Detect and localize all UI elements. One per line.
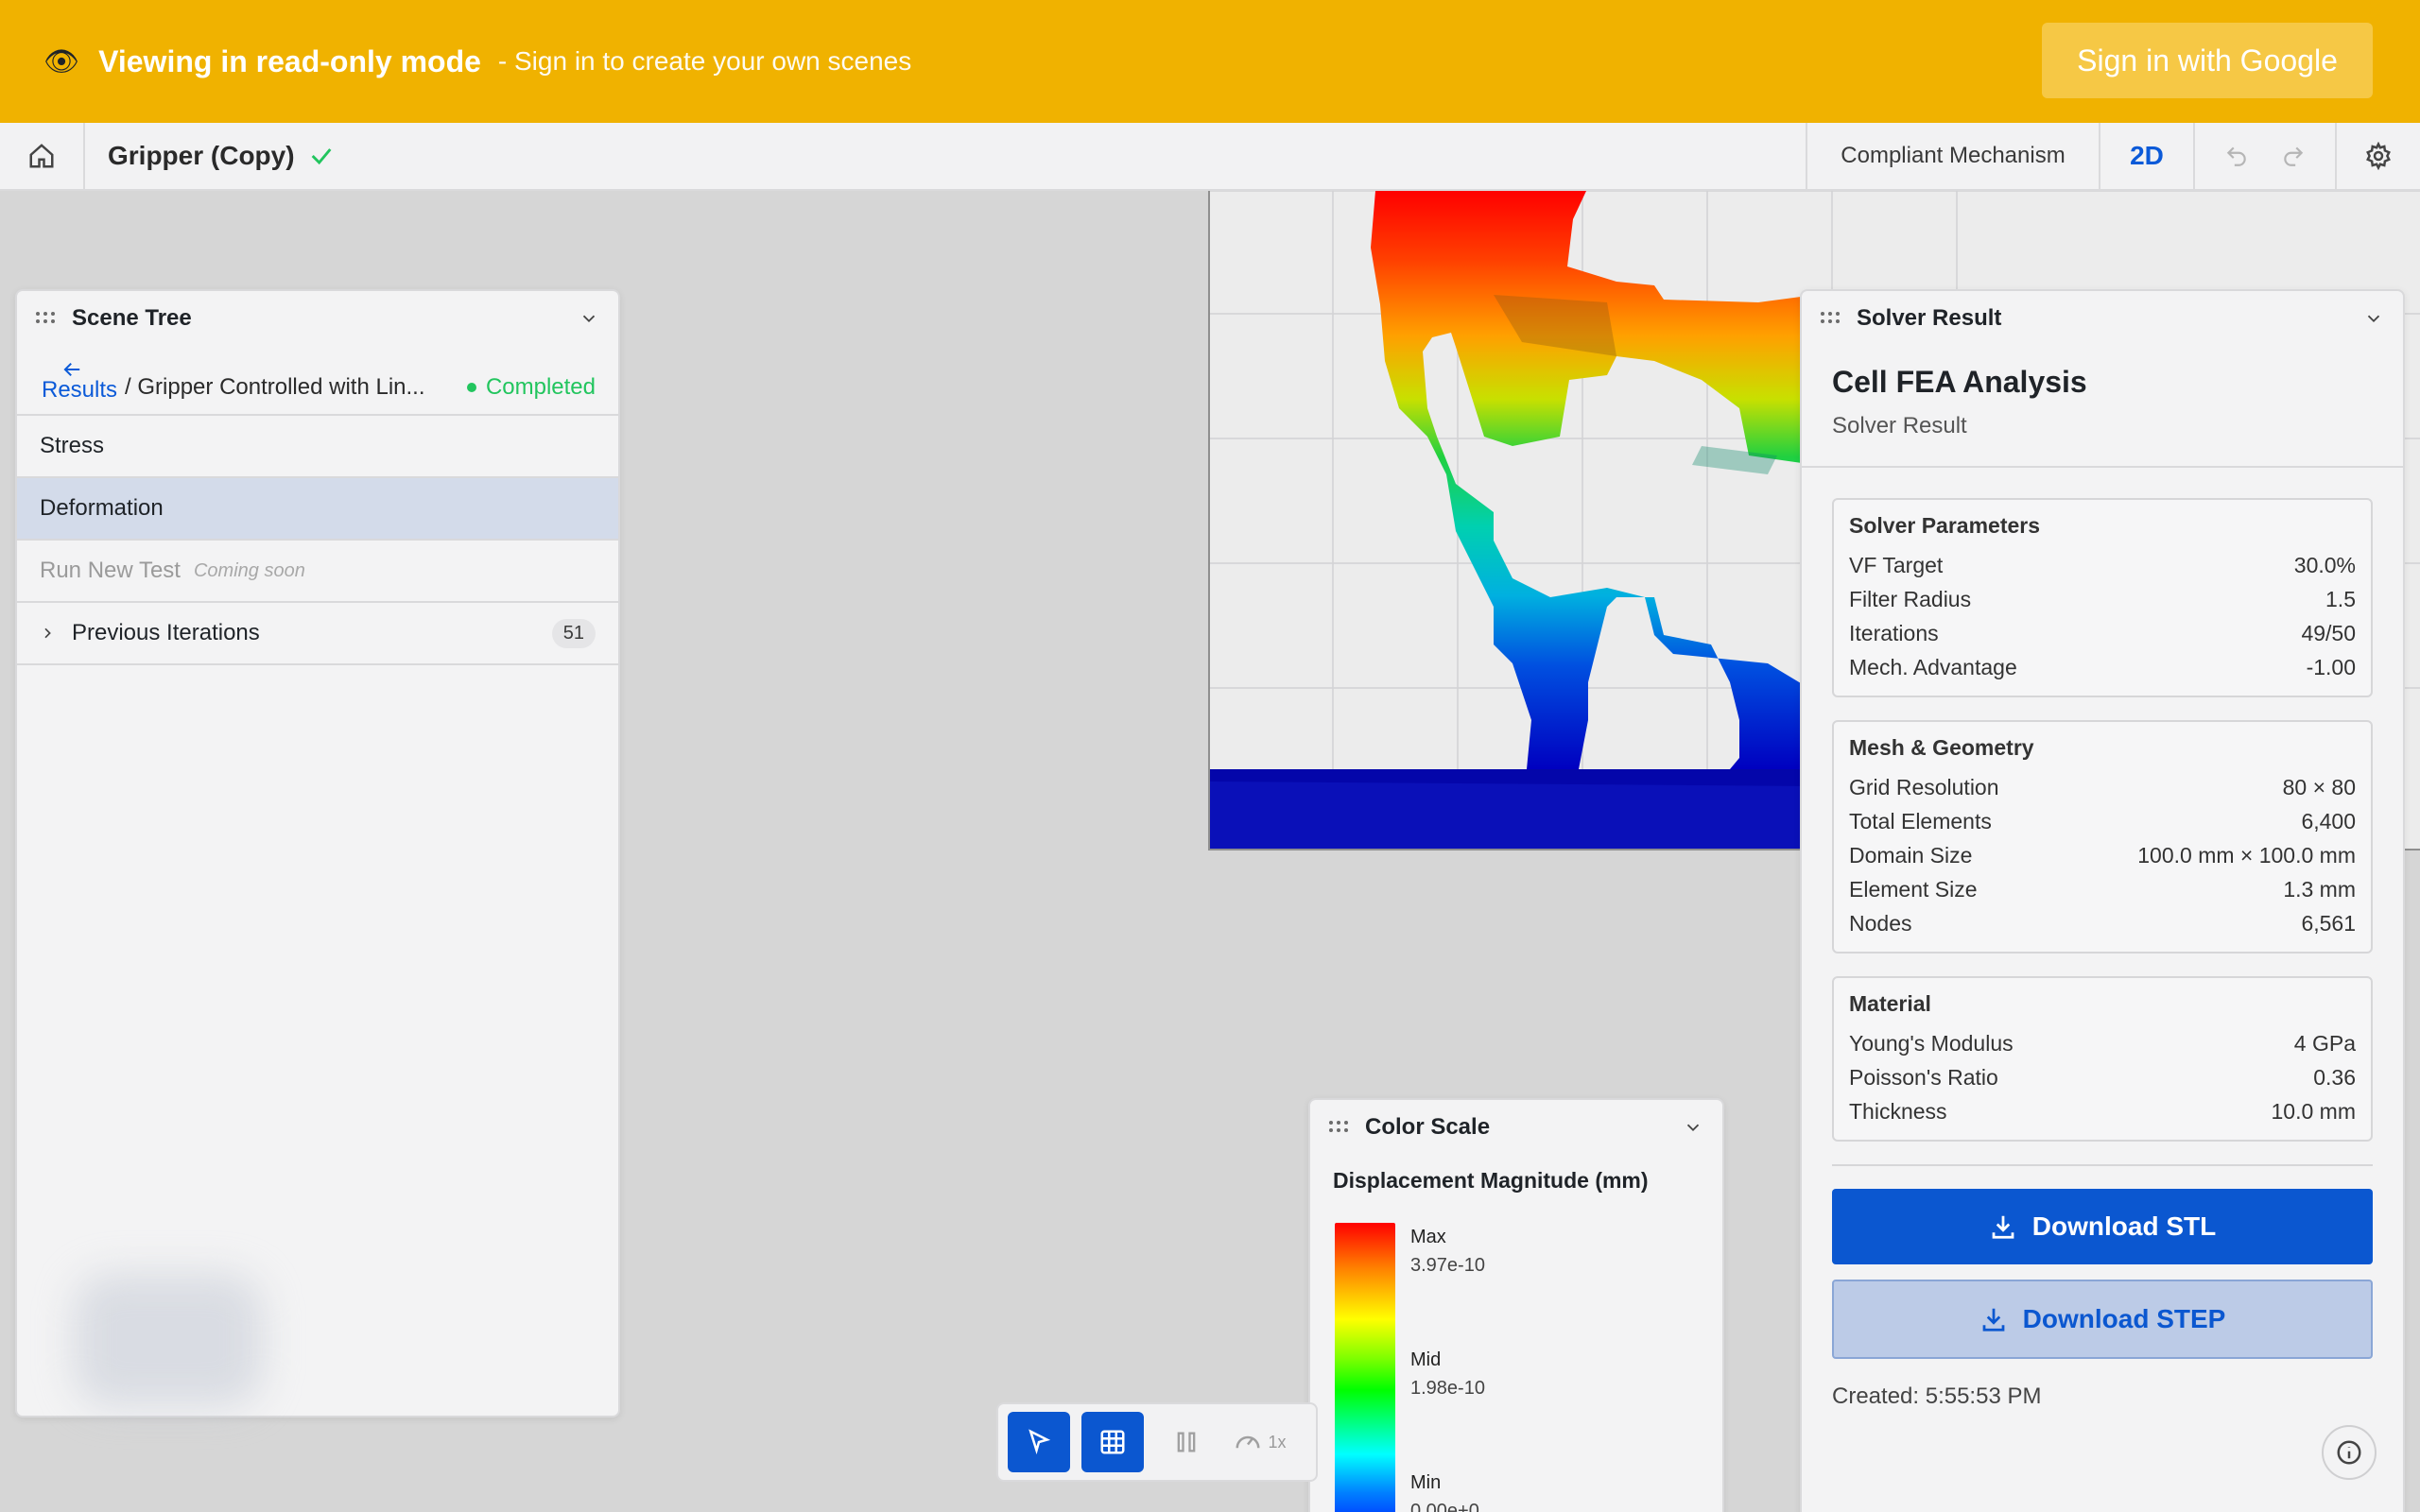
project-title-area: Gripper (Copy) — [85, 123, 1806, 189]
tree-item-previous-iterations[interactable]: Previous Iterations 51 — [17, 603, 618, 665]
sign-in-google-button[interactable]: Sign in with Google — [2042, 23, 2373, 98]
breadcrumb-path: / Gripper Controlled with Lin... — [125, 374, 425, 400]
run-new-test-label: Run New Test — [40, 558, 181, 583]
iterations-count-badge: 51 — [551, 618, 596, 648]
scale-mid: Mid 1.98e-10 — [1410, 1349, 1485, 1399]
material-row: Young's Modulus 4 GPa — [1849, 1030, 2356, 1056]
scene-tree-panel: Scene Tree Results / Gripper Controlled … — [15, 289, 620, 1418]
analysis-subtitle: Solver Result — [1832, 413, 1967, 438]
settings-button[interactable] — [2335, 123, 2420, 189]
scale-min: Min 0.00e+0 — [1410, 1472, 1479, 1512]
drag-handle-icon[interactable] — [1329, 1121, 1350, 1134]
chevron-down-icon[interactable] — [1683, 1117, 1703, 1138]
undo-redo-group — [2193, 123, 2335, 189]
material-card: Material Young's Modulus 4 GPa Poisson's … — [1832, 976, 2373, 1142]
speed-label: 1x — [1268, 1432, 1287, 1452]
read-only-banner: 👁 Viewing in read-only mode - Sign in to… — [0, 0, 2420, 123]
chevron-down-icon[interactable] — [2363, 308, 2384, 329]
bottom-toolbar: 1x — [996, 1402, 1318, 1482]
param-row: Iterations 49/50 — [1849, 620, 2356, 645]
solver-result-title: Solver Result — [1857, 305, 2002, 331]
download-stl-button[interactable]: Download STL — [1832, 1189, 2373, 1264]
tree-item-stress[interactable]: Stress — [17, 416, 618, 478]
eye-icon: 👁 — [43, 45, 80, 77]
param-row: Mech. Advantage -1.00 — [1849, 654, 2356, 679]
mesh-geometry-title: Mesh & Geometry — [1849, 735, 2034, 760]
status-badge: Completed — [466, 374, 596, 414]
mesh-geometry-card: Mesh & Geometry Grid Resolution 80 × 80 T… — [1832, 720, 2373, 954]
scene-tree-header[interactable]: Scene Tree — [17, 291, 618, 346]
color-scale-label: Displacement Magnitude (mm) — [1333, 1168, 1649, 1193]
home-icon — [29, 144, 54, 168]
speedometer-icon — [1236, 1435, 1260, 1449]
speed-button[interactable]: 1x — [1229, 1412, 1291, 1472]
status-dot-icon — [466, 383, 476, 392]
chevron-down-icon[interactable] — [579, 308, 599, 329]
solver-heading-block: Cell FEA Analysis Solver Result — [1802, 346, 2403, 468]
color-scale-panel: Color Scale Displacement Magnitude (mm) … — [1308, 1098, 1724, 1512]
param-row: VF Target 30.0% — [1849, 552, 2356, 577]
cursor-icon — [1028, 1429, 1051, 1455]
deformed-structure — [1371, 191, 1815, 769]
material-row: Poisson's Ratio 0.36 — [1849, 1064, 2356, 1090]
tree-item-run-new-test: Run New Test Coming soon — [17, 541, 618, 603]
download-icon — [1992, 1215, 2014, 1239]
project-title[interactable]: Gripper (Copy) — [108, 141, 295, 171]
divider — [1832, 1164, 2373, 1166]
solver-parameters-card: Solver Parameters VF Target 30.0% Filter … — [1832, 498, 2373, 697]
tree-item-deformation[interactable]: Deformation — [17, 478, 618, 541]
redo-icon[interactable] — [2281, 144, 2306, 168]
analysis-title: Cell FEA Analysis — [1832, 365, 2087, 399]
info-icon — [2337, 1440, 2361, 1465]
created-timestamp: Created: 5:55:53 PM — [1832, 1383, 2042, 1409]
download-step-button[interactable]: Download STEP — [1832, 1280, 2373, 1359]
banner-subtitle: - Sign in to create your own scenes — [497, 46, 912, 76]
param-row: Filter Radius 1.5 — [1849, 586, 2356, 611]
drag-handle-icon[interactable] — [36, 312, 57, 325]
back-to-results-link[interactable]: Results — [42, 361, 117, 414]
mesh-row: Domain Size 100.0 mm × 100.0 mm — [1849, 842, 2356, 868]
arrow-left-icon — [63, 362, 80, 376]
drag-handle-icon[interactable] — [1821, 312, 1841, 325]
download-icon — [1982, 1308, 2005, 1332]
material-title: Material — [1849, 991, 1931, 1016]
banner-title: Viewing in read-only mode — [98, 43, 481, 78]
mesh-row: Element Size 1.3 mm — [1849, 876, 2356, 902]
back-label: Results — [42, 376, 118, 403]
chevron-right-icon — [44, 627, 51, 639]
mechanism-type-button[interactable]: Compliant Mechanism — [1806, 123, 2099, 189]
scale-max: Max 3.97e-10 — [1410, 1227, 1485, 1276]
mesh-row: Grid Resolution 80 × 80 — [1849, 774, 2356, 799]
grid-toggle-button[interactable] — [1081, 1412, 1144, 1472]
home-button[interactable] — [0, 123, 85, 189]
info-button[interactable] — [2322, 1425, 2377, 1480]
solver-result-header[interactable]: Solver Result — [1802, 291, 2403, 346]
pause-icon — [1177, 1432, 1196, 1452]
saved-check-icon — [311, 148, 332, 165]
top-bar: Gripper (Copy) Compliant Mechanism 2D — [0, 123, 2420, 191]
mesh-row: Nodes 6,561 — [1849, 910, 2356, 936]
mesh-row: Total Elements 6,400 — [1849, 808, 2356, 833]
color-scale-title: Color Scale — [1365, 1114, 1491, 1140]
solver-result-panel: Solver Result Cell FEA Analysis Solver R… — [1800, 289, 2405, 1512]
color-scale-header[interactable]: Color Scale — [1310, 1100, 1722, 1155]
blurred-decoration — [74, 1274, 263, 1406]
grid-icon — [1100, 1430, 1125, 1454]
pause-button[interactable] — [1155, 1412, 1218, 1472]
gear-icon — [2366, 142, 2391, 170]
coming-soon-label: Coming soon — [193, 559, 305, 581]
select-tool-button[interactable] — [1008, 1412, 1070, 1472]
breadcrumb: Results / Gripper Controlled with Lin...… — [17, 346, 618, 416]
download-step-label: Download STEP — [2022, 1304, 2226, 1333]
previous-iterations-label: Previous Iterations — [72, 620, 260, 645]
solver-parameters-title: Solver Parameters — [1849, 513, 2041, 538]
scene-tree-title: Scene Tree — [72, 305, 192, 331]
download-stl-label: Download STL — [2031, 1211, 2217, 1241]
material-row: Thickness 10.0 mm — [1849, 1098, 2356, 1124]
undo-icon[interactable] — [2224, 144, 2249, 168]
view-mode-toggle[interactable]: 2D — [2099, 123, 2193, 189]
color-gradient-bar — [1335, 1223, 1395, 1512]
